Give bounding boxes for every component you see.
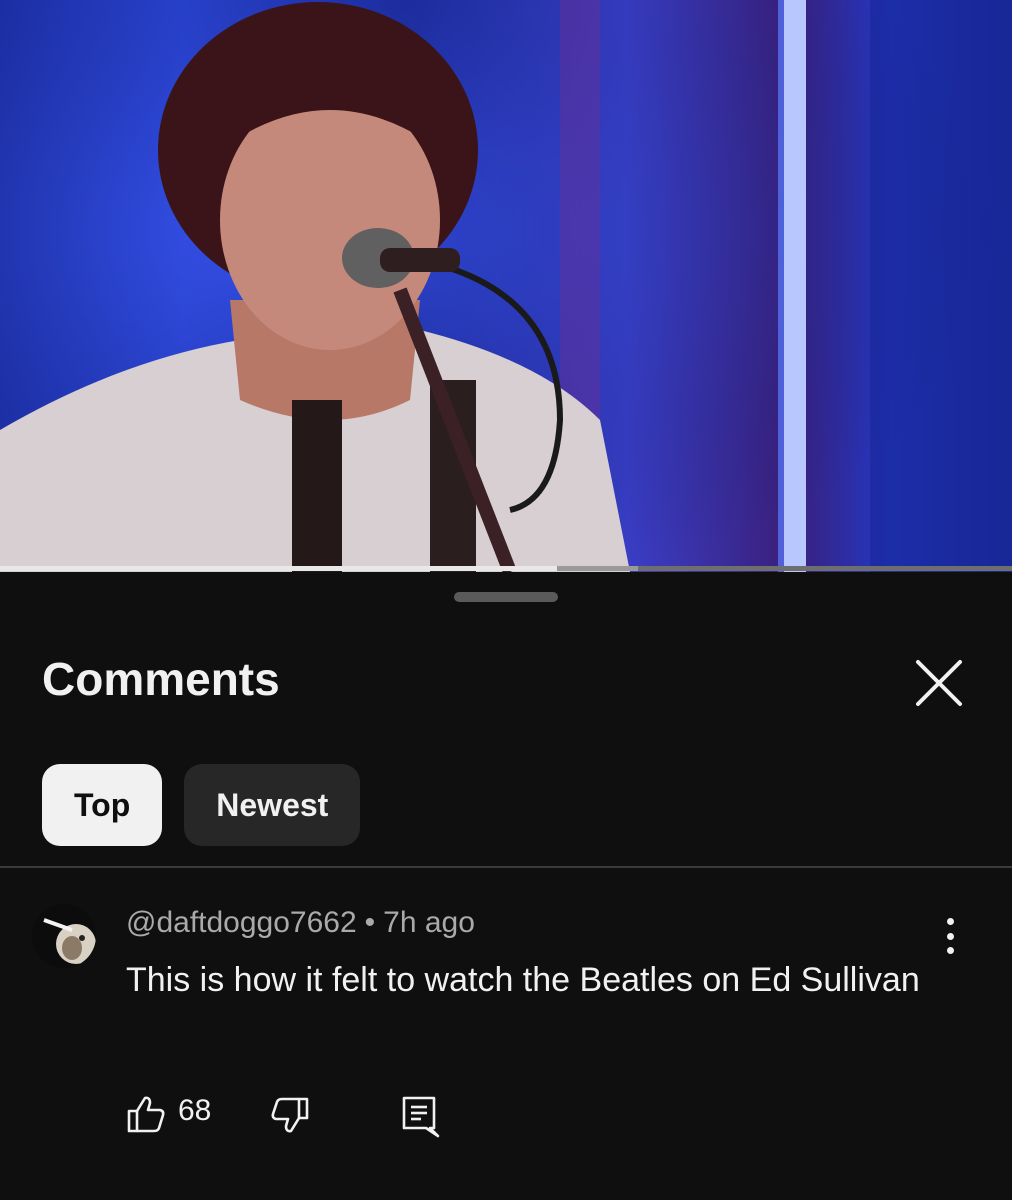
more-vertical-icon-dot <box>946 932 954 940</box>
avatar-image <box>32 904 96 968</box>
comment-time: 7h ago <box>383 906 475 939</box>
dislike-button[interactable] <box>270 1096 310 1136</box>
close-icon <box>916 660 962 706</box>
more-options-button[interactable] <box>930 912 970 960</box>
comment-text: This is how it felt to watch the Beatles… <box>126 961 920 999</box>
reply-icon <box>402 1096 440 1138</box>
drag-handle[interactable] <box>454 592 558 602</box>
chip-newest[interactable]: Newest <box>184 764 361 846</box>
more-vertical-icon-dot <box>946 947 954 954</box>
close-button[interactable] <box>908 652 970 714</box>
progress-played <box>0 566 557 571</box>
chip-top[interactable]: Top <box>42 764 163 846</box>
thumbs-up-icon <box>127 1096 165 1133</box>
more-vertical-icon <box>946 918 954 925</box>
video-frame-image <box>0 0 1012 572</box>
comment-sort-chips: Top Newest <box>42 764 361 846</box>
comments-title: Comments <box>42 653 280 705</box>
like-button[interactable] <box>126 1094 166 1134</box>
comments-sheet: Comments Top Newest @daftdoggo7662 • 7h ag… <box>0 572 1012 1200</box>
avatar[interactable] <box>32 904 96 968</box>
video-player[interactable] <box>0 0 1012 572</box>
comment-author[interactable]: @daftdoggo7662 <box>126 906 357 939</box>
like-count: 68 <box>178 1094 212 1127</box>
video-progress-bar[interactable] <box>0 566 1012 571</box>
comment-meta: @daftdoggo7662 • 7h ago <box>126 906 475 940</box>
reply-button[interactable] <box>400 1094 440 1138</box>
thumbs-down-icon <box>271 1097 309 1133</box>
divider <box>0 866 1012 868</box>
meta-separator: • <box>364 906 376 939</box>
